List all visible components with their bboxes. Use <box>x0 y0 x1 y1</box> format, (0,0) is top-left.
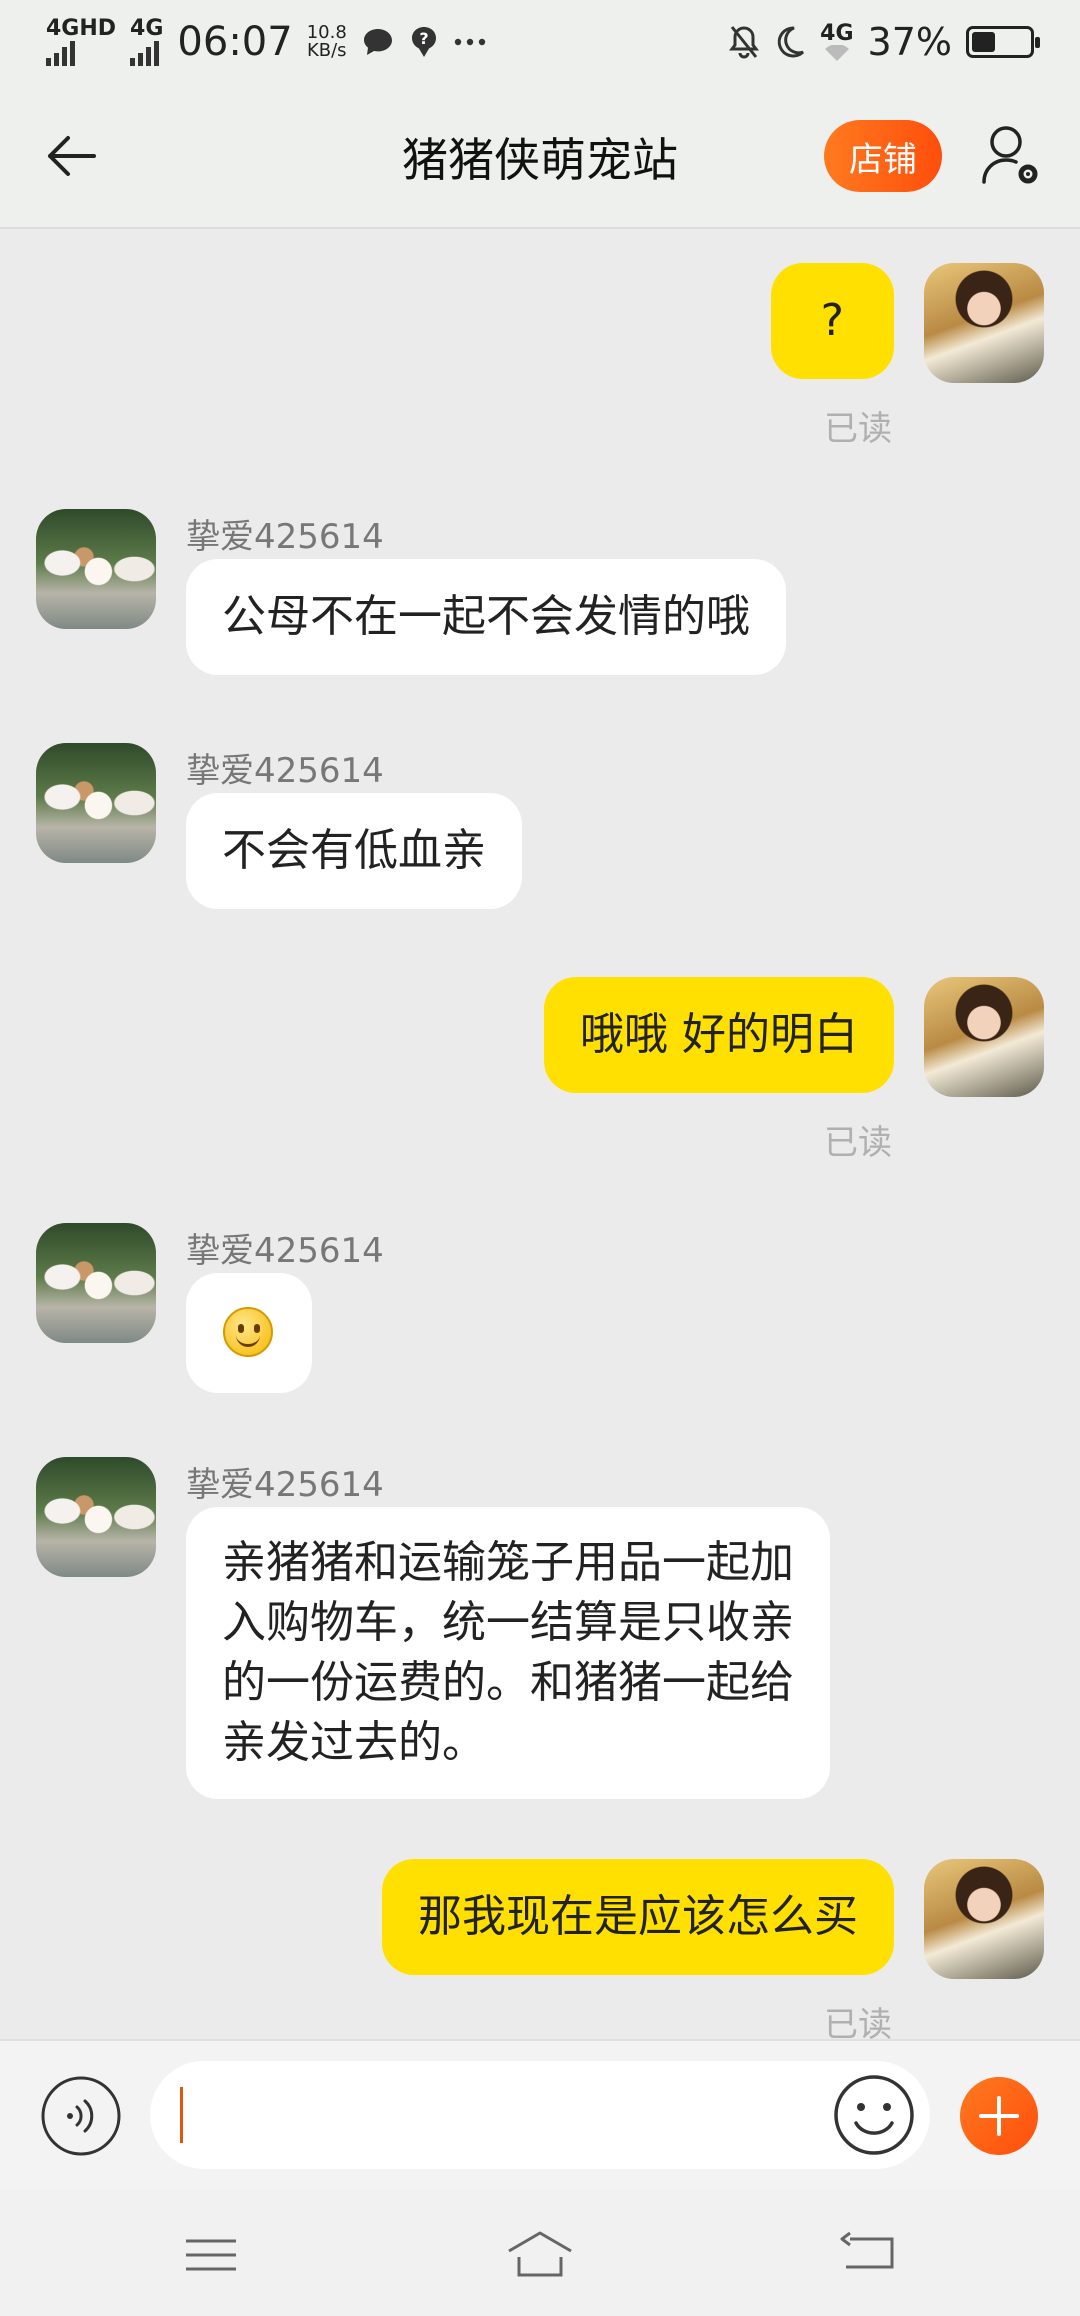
shop-avatar[interactable] <box>36 743 156 863</box>
signal-2: 4G <box>130 18 163 66</box>
my-message-bubble[interactable]: ? <box>770 263 894 379</box>
moon-icon <box>777 26 805 58</box>
mute-bell-icon <box>729 26 760 59</box>
status-right: 4G 37% <box>728 20 1040 64</box>
shop-avatar[interactable] <box>36 509 156 629</box>
shop-message-bubble[interactable] <box>186 1273 312 1393</box>
signal-bars-icon <box>130 40 160 66</box>
shop-avatar[interactable] <box>36 1457 156 1577</box>
battery-icon <box>966 26 1040 58</box>
home-icon[interactable] <box>505 2225 575 2285</box>
signal-1: 4GHD <box>46 18 116 66</box>
signal-bars-icon <box>46 40 75 66</box>
smile-emoji-icon <box>223 1307 273 1357</box>
shop-button[interactable]: 店铺 <box>824 120 942 192</box>
my-avatar[interactable] <box>924 977 1044 1097</box>
voice-input-icon[interactable] <box>40 2075 122 2157</box>
my-message-bubble[interactable]: 哦哦 好的明白 <box>544 977 894 1093</box>
shop-message-bubble[interactable]: 亲猪猪和运输笼子用品一起加 入购物车，统一结算是只收亲 的一份运费的。和猪猪一起… <box>186 1507 830 1799</box>
status-left: 4GHD 4G 06:07 10.8 KB/s ? <box>46 18 487 66</box>
signal-3: 4G <box>820 21 854 61</box>
message-list[interactable]: ? 已读 挚爱425614 公母不在一起不会发情的哦 挚爱425614 不会有低… <box>0 231 1080 2039</box>
message-line: 亲发过去的。 <box>222 1717 486 1768</box>
message-line: 入购物车，统一结算是只收亲 <box>222 1597 794 1648</box>
back-nav-icon[interactable] <box>834 2225 904 2285</box>
message-line: 亲猪猪和运输笼子用品一起加 <box>222 1537 794 1588</box>
sender-name: 挚爱425614 <box>186 517 384 557</box>
message-icon <box>363 29 392 55</box>
message-line: 的一份运费的。和猪猪一起给 <box>222 1657 794 1708</box>
status-bar: 4GHD 4G 06:07 10.8 KB/s ? 4G 37% <box>0 0 1080 84</box>
input-bar <box>0 2039 1080 2189</box>
sender-name: 挚爱425614 <box>186 1231 384 1271</box>
add-more-button[interactable] <box>960 2077 1038 2155</box>
sender-name: 挚爱425614 <box>186 1465 384 1505</box>
read-receipt: 已读 <box>824 409 892 449</box>
read-receipt: 已读 <box>824 1123 892 1163</box>
shop-avatar[interactable] <box>36 1223 156 1343</box>
speed-unit: KB/s <box>306 40 347 61</box>
network-type-3: 4G <box>820 21 854 46</box>
wifi-icon <box>824 45 849 61</box>
my-avatar[interactable] <box>924 263 1044 383</box>
chat-header: 猪猪侠萌宠站 店铺 <box>0 84 1080 229</box>
user-settings-icon[interactable] <box>980 122 1042 188</box>
clock: 06:07 <box>177 19 293 65</box>
battery-percent: 37% <box>867 20 952 64</box>
shop-message-bubble[interactable]: 不会有低血亲 <box>186 793 522 909</box>
my-avatar[interactable] <box>924 1859 1044 1979</box>
svg-text:?: ? <box>419 29 428 48</box>
message-input[interactable] <box>150 2061 930 2169</box>
menu-icon[interactable] <box>176 2225 246 2285</box>
sender-name: 挚爱425614 <box>186 751 384 791</box>
network-type-2: 4G <box>130 16 164 41</box>
battery-fill <box>972 32 995 52</box>
text-caret <box>180 2087 183 2143</box>
system-nav-bar <box>0 2189 1080 2316</box>
shop-message-bubble[interactable]: 公母不在一起不会发情的哦 <box>186 559 786 675</box>
more-dots-icon <box>454 38 485 46</box>
network-type-1: 4GHD <box>46 16 117 41</box>
my-message-bubble[interactable]: 那我现在是应该怎么买 <box>382 1859 894 1975</box>
help-icon: ? <box>411 27 436 57</box>
emoji-icon[interactable] <box>832 2073 916 2157</box>
network-speed: 10.8 KB/s <box>307 24 347 60</box>
read-receipt: 已读 <box>824 2005 892 2039</box>
